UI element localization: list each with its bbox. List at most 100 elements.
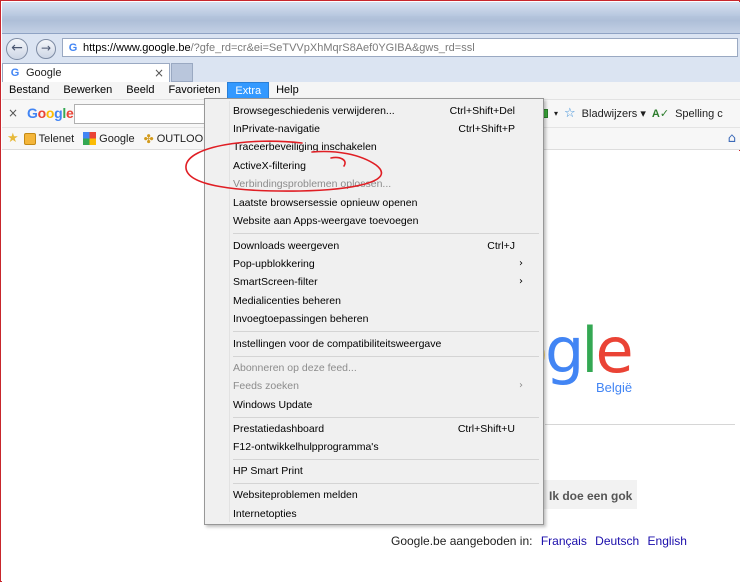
- favorite-label: OUTLOOK: [156, 132, 211, 145]
- tab-title: Google: [26, 67, 62, 79]
- menu-item-f12-tools[interactable]: F12-ontwikkelhulpprogramma's: [233, 438, 533, 456]
- menu-item-compat-view[interactable]: Instellingen voor de compatibiliteitswee…: [233, 335, 533, 353]
- google-toolbar-search-input[interactable]: [74, 104, 214, 124]
- google-favicon-icon: G: [10, 67, 20, 79]
- menu-item-reopen-session[interactable]: Laatste browsersessie opnieuw openen: [233, 194, 533, 212]
- favorites-star-icon[interactable]: ★: [7, 131, 19, 146]
- menu-gutter: [229, 101, 230, 522]
- language-link-french[interactable]: Français: [541, 534, 587, 548]
- favorite-outlook[interactable]: ✤ OUTLOOK: [144, 132, 211, 146]
- menu-beeld[interactable]: Beeld: [119, 82, 161, 100]
- favorite-google[interactable]: Google: [83, 132, 135, 145]
- close-toolbar-icon[interactable]: ×: [8, 106, 18, 120]
- home-icon[interactable]: ⌂: [728, 131, 736, 146]
- language-line: Google.be aangeboden in: Français Deutsc…: [391, 534, 687, 548]
- menu-item-label: Medialicenties beheren: [233, 295, 341, 307]
- menu-item-shortcut: Ctrl+Shift+U: [457, 423, 515, 435]
- feeling-lucky-button[interactable]: Ik doe een gok: [537, 480, 637, 509]
- forward-button[interactable]: →: [36, 39, 56, 59]
- menu-item-label: Feeds zoeken: [233, 380, 299, 392]
- menu-item-subscribe-feed: Abonneren op deze feed...: [233, 359, 533, 377]
- menu-item-label: Invoegtoepassingen beheren: [233, 313, 369, 325]
- menu-item-label: Abonneren op deze feed...: [233, 362, 357, 374]
- address-bar[interactable]: G https://www.google.be /?gfe_rd=cr&ei=S…: [62, 38, 738, 57]
- menu-item-fix-connection: Verbindingsproblemen oplossen...: [233, 175, 533, 193]
- menu-item-label: Prestatiedashboard: [233, 423, 325, 435]
- tab-strip: G Google ×: [2, 62, 740, 82]
- telenet-icon: [23, 132, 36, 145]
- menu-item-internet-options[interactable]: Internetopties: [233, 505, 533, 523]
- menu-item-label: SmartScreen-filter: [233, 276, 318, 288]
- menu-bestand[interactable]: Bestand: [2, 82, 56, 100]
- menu-item-windows-update[interactable]: Windows Update: [233, 396, 533, 414]
- menu-item-shortcut: Ctrl+Shift+Del: [449, 105, 515, 117]
- menu-item-shortcut: Ctrl+J: [487, 240, 515, 252]
- menu-item-media-licenses[interactable]: Medialicenties beheren: [233, 292, 533, 310]
- menu-item-add-to-apps[interactable]: Website aan Apps-weergave toevoegen: [233, 212, 533, 230]
- menu-item-label: Windows Update: [233, 399, 313, 411]
- close-tab-icon[interactable]: ×: [154, 66, 164, 80]
- google-favicon-icon: G: [68, 41, 78, 54]
- new-tab-button[interactable]: [171, 63, 193, 82]
- title-bar: [2, 2, 740, 34]
- title-bar-gradient: [2, 2, 740, 16]
- google-multicolor-icon: [83, 132, 97, 145]
- google-country-label: België: [596, 380, 633, 395]
- menu-item-popup-blocker[interactable]: Pop-upblokkering ›: [233, 255, 533, 273]
- menu-item-label: Laatste browsersessie opnieuw openen: [233, 197, 418, 209]
- extra-dropdown-menu: Browsegeschiedenis verwijderen... Ctrl+S…: [204, 98, 544, 525]
- language-link-german[interactable]: Deutsch: [595, 534, 639, 548]
- favorite-label: Telenet: [38, 132, 75, 145]
- menu-item-label: Traceerbeveiliging inschakelen: [233, 141, 377, 153]
- menu-item-label: Verbindingsproblemen oplossen...: [233, 178, 392, 190]
- menu-item-inprivate[interactable]: InPrivate-navigatie Ctrl+Shift+P: [233, 120, 533, 138]
- menu-item-label: HP Smart Print: [233, 465, 303, 477]
- menu-item-label: ActiveX-filtering: [233, 160, 306, 172]
- menu-item-label: Downloads weergeven: [233, 240, 340, 252]
- menu-item-tracking-protection[interactable]: Traceerbeveiliging inschakelen: [233, 138, 533, 156]
- tab-google[interactable]: G Google ×: [2, 63, 170, 82]
- submenu-arrow-icon: ›: [519, 276, 523, 287]
- menu-item-label: Website aan Apps-weergave toevoegen: [233, 215, 419, 227]
- menu-item-report-problems[interactable]: Websiteproblemen melden: [233, 486, 533, 504]
- spelling-icon[interactable]: A✓: [652, 107, 669, 120]
- offered-in-text: Google.be aangeboden in:: [391, 534, 533, 548]
- menu-bewerken[interactable]: Bewerken: [56, 82, 119, 100]
- outlook-icon: ✤: [143, 131, 154, 146]
- menu-separator: [233, 233, 539, 234]
- address-host: https://www.google.be: [83, 41, 191, 54]
- language-link-english[interactable]: English: [648, 534, 687, 548]
- menu-item-find-feeds: Feeds zoeken ›: [233, 377, 533, 395]
- spelling-button[interactable]: Spelling c: [675, 108, 723, 120]
- google-toolbar-logo: Google: [27, 105, 74, 121]
- menu-item-manage-addons[interactable]: Invoegtoepassingen beheren: [233, 310, 533, 328]
- menu-item-shortcut: Ctrl+Shift+P: [458, 123, 515, 135]
- submenu-arrow-icon: ›: [519, 258, 523, 269]
- menu-item-label: Browsegeschiedenis verwijderen...: [233, 105, 395, 117]
- menu-item-label: F12-ontwikkelhulpprogramma's: [233, 441, 379, 453]
- address-path: /?gfe_rd=cr&ei=SeTVVpXhMqrS8Aef0YGIBA&gw…: [190, 41, 475, 54]
- menu-item-performance-dashboard[interactable]: Prestatiedashboard Ctrl+Shift+U: [233, 420, 533, 438]
- google-search-input[interactable]: [545, 424, 735, 452]
- bookmarks-button[interactable]: Bladwijzers ▾: [582, 107, 646, 120]
- menu-item-downloads[interactable]: Downloads weergeven Ctrl+J: [233, 237, 533, 255]
- favorite-telenet[interactable]: Telenet: [23, 132, 75, 145]
- menu-separator: [233, 356, 539, 357]
- menu-item-label: Internetopties: [233, 508, 297, 520]
- menu-separator: [233, 459, 539, 460]
- menu-item-smartscreen[interactable]: SmartScreen-filter ›: [233, 273, 533, 291]
- menu-item-label: InPrivate-navigatie: [233, 123, 320, 135]
- submenu-arrow-icon: ›: [519, 380, 523, 391]
- favorite-label: Google: [99, 132, 135, 145]
- menu-separator: [233, 417, 539, 418]
- menu-item-delete-history[interactable]: Browsegeschiedenis verwijderen... Ctrl+S…: [233, 102, 533, 120]
- menu-separator: [233, 483, 539, 484]
- toolbar-right-group: ▾ ☆ Bladwijzers ▾ A✓ Spelling c: [538, 106, 723, 121]
- bookmark-star-icon[interactable]: ☆: [564, 106, 576, 121]
- menu-item-label: Websiteproblemen melden: [233, 489, 358, 501]
- back-button[interactable]: ←: [6, 38, 28, 60]
- menu-separator: [233, 331, 539, 332]
- menu-item-activex-filtering[interactable]: ActiveX-filtering: [233, 157, 533, 175]
- menu-item-hp-smart-print[interactable]: HP Smart Print: [233, 462, 533, 480]
- navigation-bar: ← → G https://www.google.be /?gfe_rd=cr&…: [2, 34, 740, 62]
